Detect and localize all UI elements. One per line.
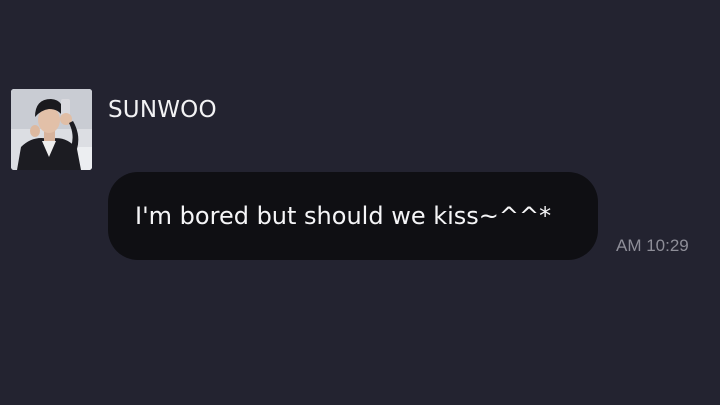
profile-photo-icon [11,89,92,170]
message-bubble[interactable]: I'm bored but should we kiss~^^* [108,172,598,260]
message-timestamp: AM 10:29 [616,236,689,255]
sender-name: SUNWOO [108,97,217,123]
chat-area: SUNWOO I'm bored but should we kiss~^^* … [0,0,720,405]
avatar[interactable] [11,89,92,170]
message-text: I'm bored but should we kiss~^^* [135,202,552,230]
